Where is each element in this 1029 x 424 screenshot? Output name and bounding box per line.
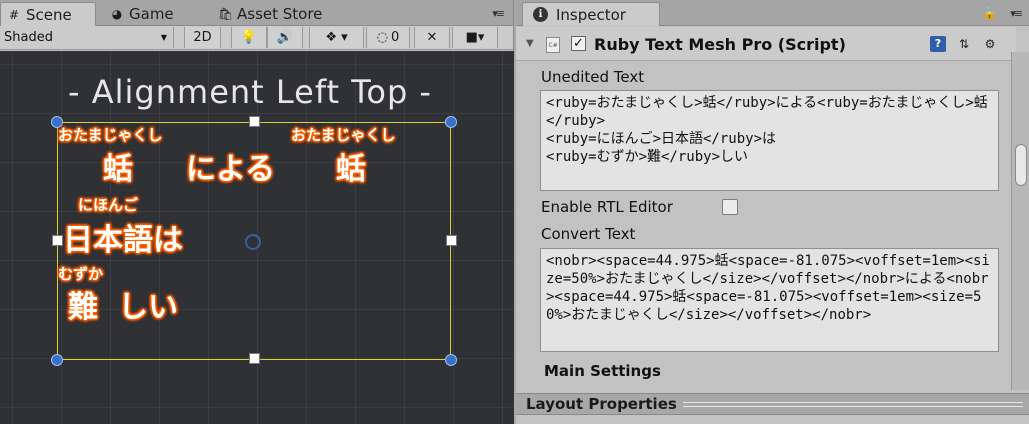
2d-toggle-button[interactable]: 2D: [184, 27, 221, 48]
edge-handle-left[interactable]: [52, 235, 63, 246]
base-text: 蛞: [336, 152, 366, 187]
enable-rtl-label: Enable RTL Editor: [541, 198, 673, 216]
divider: [682, 401, 1023, 407]
tools-icon[interactable]: ✕: [414, 27, 450, 48]
preset-icon[interactable]: ⇅: [956, 36, 972, 52]
eye-slash-icon: ◌: [376, 30, 389, 45]
scene-toolbar: Shaded ▼ 2D 💡 🔊 ❖ ▾ ◌ 0 ✕ ■▾: [0, 26, 513, 50]
scrollbar-thumb[interactable]: [1015, 144, 1027, 186]
ruby-text: にほんご: [78, 196, 139, 214]
convert-text-label: Convert Text: [541, 225, 636, 243]
convert-text-area[interactable]: <nobr><space=44.975>蛞<space=-81.075><vof…: [540, 248, 999, 352]
effects-dropdown-icon[interactable]: ❖ ▾: [309, 27, 364, 48]
corner-handle-bottom-right[interactable]: [445, 354, 457, 366]
tab-menu-icon[interactable]: ▾≡: [492, 7, 505, 20]
ruby-text: むずか: [58, 265, 104, 283]
ruby-text: おたまじゃくし: [291, 126, 396, 144]
tab-asset-store[interactable]: 🛍 Asset Store: [212, 2, 328, 26]
base-text: 日本語は: [63, 223, 183, 258]
foldout-arrow-icon[interactable]: ▼: [526, 38, 534, 49]
tab-game[interactable]: ◕ Game: [104, 2, 180, 26]
camera-dropdown-icon[interactable]: ■▾: [452, 27, 498, 48]
edge-handle-bottom[interactable]: [249, 353, 260, 364]
info-icon: i: [533, 7, 548, 22]
edge-handle-right[interactable]: [446, 235, 457, 246]
base-text: 蛞: [103, 152, 133, 187]
pacman-icon: ◕: [111, 7, 123, 21]
csharp-script-icon: C#: [546, 37, 560, 53]
unedited-text-area[interactable]: <ruby=おたまじゃくし>蛞</ruby>による<ruby=おたまじゃくし>蛞…: [540, 90, 999, 191]
hidden-objects-button[interactable]: ◌ 0: [366, 27, 410, 48]
main-settings-header[interactable]: Main Settings: [544, 362, 661, 380]
ruby-text: おたまじゃくし: [58, 126, 163, 144]
corner-handle-bottom-left[interactable]: [51, 354, 63, 366]
grid-icon: #: [8, 7, 20, 22]
tab-inspector[interactable]: i Inspector: [522, 2, 660, 26]
pivot-icon[interactable]: [245, 234, 261, 250]
layout-properties-bar[interactable]: Layout Properties: [516, 393, 1029, 415]
store-icon: 🛍: [218, 7, 234, 21]
dropdown-caret-icon: ▼: [160, 33, 167, 42]
edge-handle-top[interactable]: [249, 116, 260, 127]
lighting-toggle-icon[interactable]: 💡: [231, 27, 267, 48]
scene-viewport[interactable]: - Alignment Left Top - おたまじゃくし おたまじゃくし 蛞…: [0, 51, 514, 424]
lock-icon[interactable]: 🔒: [982, 6, 997, 20]
inspector-panel: i Inspector 🔒 ▾≡ ▼ C# ✓ Ruby Text Mesh P…: [516, 0, 1029, 424]
help-icon[interactable]: ?: [930, 36, 946, 52]
base-text: による: [186, 152, 276, 187]
inspector-tabbar: i Inspector 🔒 ▾≡: [516, 0, 1029, 26]
enable-rtl-checkbox[interactable]: [722, 199, 738, 215]
audio-toggle-icon[interactable]: 🔊: [267, 27, 303, 48]
gear-icon[interactable]: ⚙: [982, 36, 998, 52]
component-header[interactable]: ▼ C# ✓ Ruby Text Mesh Pro (Script) ? ⇅ ⚙: [516, 27, 1016, 61]
scene-panel: # Scene ◕ Game 🛍 Asset Store ▾≡ Shaded ▼…: [0, 0, 514, 424]
tab-menu-icon[interactable]: ▾≡: [1010, 7, 1023, 20]
unedited-text-label: Unedited Text: [541, 68, 645, 86]
component-enabled-checkbox[interactable]: ✓: [571, 36, 586, 51]
tab-scene[interactable]: # Scene: [0, 2, 96, 26]
scene-tabbar: # Scene ◕ Game 🛍 Asset Store ▾≡: [0, 0, 513, 26]
scene-title-text: - Alignment Left Top -: [68, 73, 432, 111]
inspector-scrollbar[interactable]: [1011, 52, 1029, 390]
shading-mode-dropdown[interactable]: Shaded ▼: [0, 27, 174, 48]
corner-handle-top-right[interactable]: [445, 116, 457, 128]
base-text: しい: [118, 290, 178, 325]
component-title: Ruby Text Mesh Pro (Script): [594, 35, 846, 54]
base-text: 難: [68, 290, 98, 325]
